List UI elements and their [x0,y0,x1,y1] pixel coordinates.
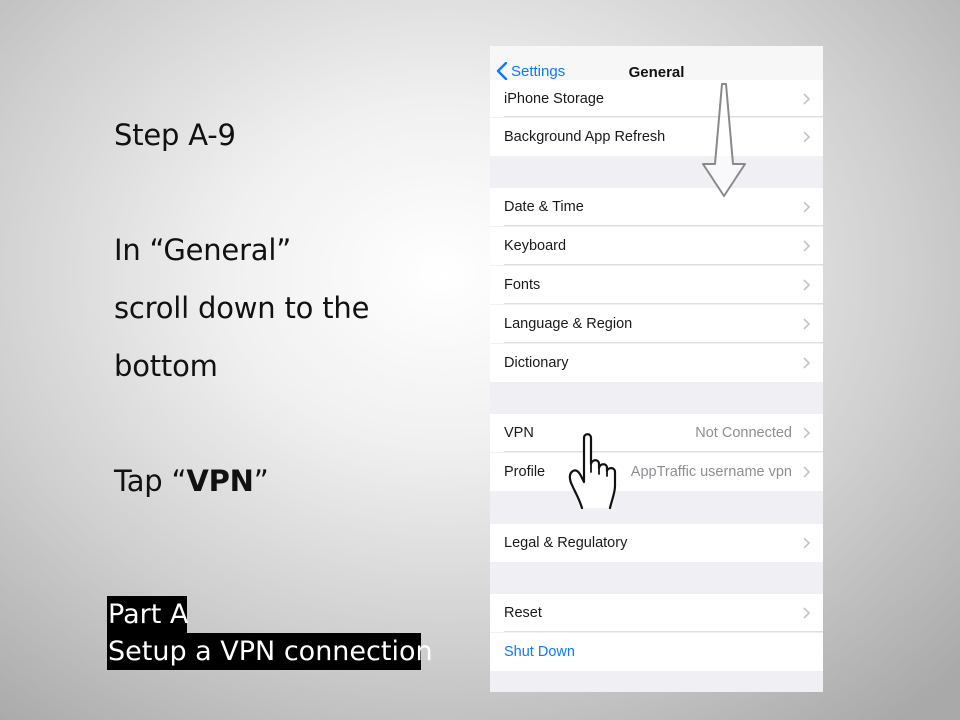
chevron-right-icon [803,131,810,143]
row-divider [504,225,823,226]
row-language-region[interactable]: Language & Region [490,305,823,343]
part-label: Part A [107,596,188,633]
chevron-right-icon [803,201,810,213]
page-title: General [628,64,685,81]
chevron-right-icon [803,279,810,291]
row-label: iPhone Storage [504,91,604,107]
chevron-right-icon [803,427,810,439]
row-background-app-refresh[interactable]: Background App Refresh [490,118,823,156]
row-legal-regulatory[interactable]: Legal & Regulatory [490,524,823,562]
tap-prefix: Tap “ [114,464,187,498]
step-title: Step A-9 [114,118,236,152]
row-date-time[interactable]: Date & Time [490,188,823,226]
vpn-status: Not Connected [695,425,792,441]
chevron-right-icon [803,607,810,619]
row-keyboard[interactable]: Keyboard [490,227,823,265]
row-label: Language & Region [504,316,633,332]
row-label: Background App Refresh [504,129,666,145]
row-label: Reset [504,605,542,621]
row-vpn[interactable]: VPN Not Connected [490,414,823,452]
profile-value: AppTraffic username vpn [630,464,792,480]
row-label: VPN [504,425,534,441]
row-label: Date & Time [504,199,584,215]
row-divider [504,303,823,304]
instruction-line-1: In “General” [114,233,292,267]
row-profile[interactable]: Profile AppTraffic username vpn [490,453,823,491]
row-dictionary[interactable]: Dictionary [490,344,823,382]
row-label: Shut Down [504,644,575,660]
tap-instruction: Tap “VPN” [114,464,269,498]
row-reset[interactable]: Reset [490,594,823,632]
row-label: Legal & Regulatory [504,535,628,551]
row-iphone-storage[interactable]: iPhone Storage [490,80,823,117]
chevron-right-icon [803,240,810,252]
row-shut-down[interactable]: Shut Down [490,633,823,671]
tap-target: VPN [186,464,254,498]
tap-suffix: ” [253,464,269,498]
row-fonts[interactable]: Fonts [490,266,823,304]
phone-screen: Settings General iPhone Storage Backgrou… [490,46,823,692]
row-divider [504,116,823,117]
row-label: Dictionary [504,355,569,371]
chevron-right-icon [803,318,810,330]
chevron-right-icon [803,357,810,369]
instruction-line-3: bottom [114,349,218,383]
scroll-down-arrow-icon [702,83,746,197]
chevron-right-icon [803,537,810,549]
chevron-right-icon [803,466,810,478]
row-divider [504,451,823,452]
part-subtitle: Setup a VPN connection [107,633,433,670]
row-divider [504,342,823,343]
chevron-right-icon [803,93,810,105]
instruction-line-2: scroll down to the [114,291,370,325]
row-label: Profile [504,464,546,480]
row-divider [504,631,823,632]
tap-hand-icon [568,433,617,510]
row-label: Keyboard [504,238,567,254]
row-label: Fonts [504,277,541,293]
row-divider [504,264,823,265]
